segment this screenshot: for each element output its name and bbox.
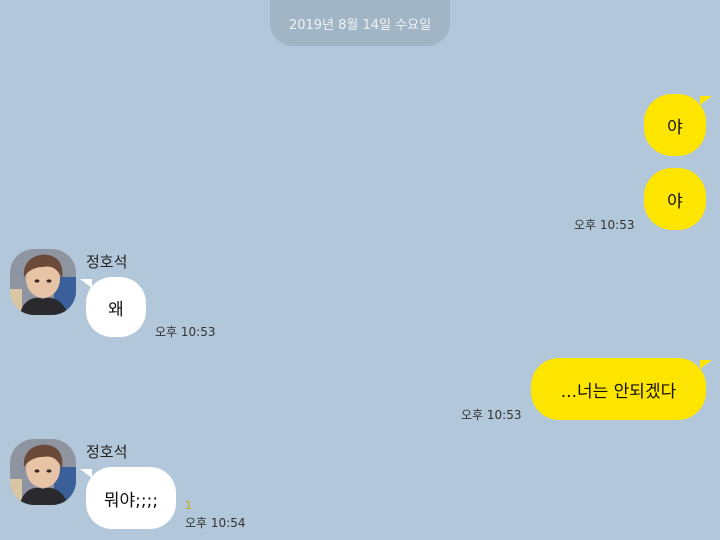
message-bubble-received[interactable]: 뭐야;;;; (86, 467, 176, 529)
message-text: ...너는 안되겠다 (560, 381, 677, 402)
message-text: 왜 (108, 299, 124, 320)
message-timestamp: 오후 10:53 (461, 408, 522, 422)
avatar[interactable] (10, 439, 76, 505)
message-bubble-sent[interactable]: 야 (644, 168, 706, 230)
bubble-tail (80, 469, 92, 478)
avatar[interactable] (10, 249, 76, 315)
sender-name: 정호석 (86, 253, 128, 271)
message-timestamp: 오후 10:53 (155, 325, 216, 339)
bubble-tail (700, 96, 712, 105)
bubble-tail (80, 279, 92, 288)
bubble-tail (700, 360, 712, 369)
message-timestamp: 오후 10:53 (574, 218, 635, 232)
message-timestamp: 오후 10:54 (185, 516, 246, 530)
profile-photo (10, 249, 76, 315)
message-bubble-sent[interactable]: 야 (644, 94, 706, 156)
unread-count: 1 (185, 499, 192, 512)
message-bubble-sent[interactable]: ...너는 안되겠다 (531, 358, 706, 420)
date-divider: 2019년 8월 14일 수요일 (270, 0, 450, 46)
profile-photo (10, 439, 76, 505)
message-text: 뭐야;;;; (103, 490, 159, 511)
message-text: 야 (667, 117, 683, 138)
message-text: 야 (667, 191, 683, 212)
message-bubble-received[interactable]: 왜 (86, 277, 146, 337)
date-divider-label: 2019년 8월 14일 수요일 (288, 17, 432, 33)
sender-name: 정호석 (86, 443, 128, 461)
